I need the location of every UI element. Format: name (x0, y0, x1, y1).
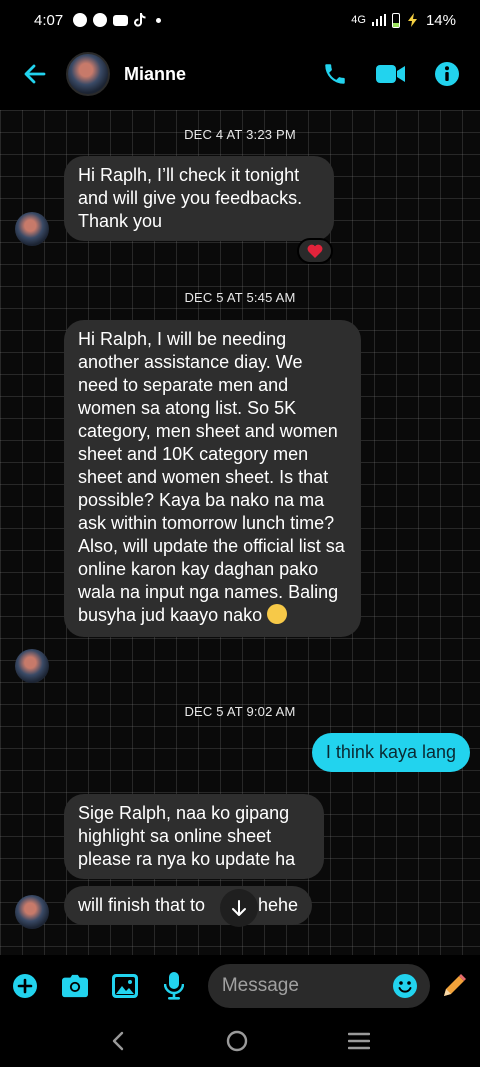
header-actions (322, 61, 460, 87)
arrow-down-icon (232, 900, 246, 916)
chat-notif-icon (93, 13, 108, 27)
heart-icon (307, 244, 323, 258)
battery-icon (391, 12, 400, 28)
more-notif-dot (156, 17, 162, 23)
message-bubble-incoming[interactable]: will finish that to hehe (64, 886, 312, 925)
message-bubble-incoming[interactable]: Sige Ralph, naa ko gipang highlight sa o… (64, 794, 324, 879)
battery-level: 14% (425, 11, 456, 29)
status-time: 4:07 (34, 11, 64, 29)
image-icon[interactable] (112, 973, 138, 999)
nav-home-icon[interactable] (226, 1030, 248, 1052)
info-icon[interactable] (434, 61, 460, 87)
pencil-icon[interactable] (440, 972, 468, 1000)
contact-avatar[interactable] (66, 52, 110, 96)
pleading-face-emoji-icon (267, 604, 288, 624)
message-input[interactable]: Message (207, 964, 430, 1008)
back-button[interactable] (20, 59, 50, 89)
charging-icon (407, 13, 417, 27)
nav-back-icon[interactable] (110, 1031, 126, 1051)
message-list[interactable]: DEC 4 AT 3:23 PM Hi Raplh, I’ll check it… (0, 110, 480, 955)
message-composer: Message (0, 958, 480, 1014)
message-bubble-incoming[interactable]: Hi Raplh, I’ll check it tonight and will… (64, 156, 334, 241)
network-type: 4G (351, 14, 366, 26)
arrow-left-icon (24, 64, 46, 84)
video-camera-icon[interactable] (376, 63, 406, 85)
signal-icon (371, 14, 386, 26)
sender-avatar[interactable] (15, 212, 49, 246)
microphone-icon[interactable] (162, 972, 186, 1000)
emoji-icon[interactable] (392, 973, 418, 999)
message-text-left: will finish that to (78, 895, 206, 915)
message-reaction[interactable] (297, 238, 333, 264)
contact-name[interactable]: Mianne (124, 64, 186, 85)
scroll-to-bottom-button[interactable] (220, 889, 258, 927)
youtube-notif-icon (113, 14, 129, 26)
message-text-right: hehe (257, 895, 298, 915)
message-placeholder: Message (221, 975, 299, 996)
sender-avatar[interactable] (15, 895, 49, 929)
message-bubble-incoming[interactable]: Hi Ralph, I will be needing another assi… (64, 320, 361, 637)
notification-icons (73, 13, 162, 27)
tiktok-notif-icon (134, 13, 146, 27)
date-separator: DEC 5 AT 5:45 AM (184, 290, 296, 305)
phone-icon[interactable] (322, 61, 348, 87)
sender-avatar[interactable] (15, 649, 49, 683)
status-bar: 4:07 4G 14% (0, 0, 480, 40)
messenger-notif-icon (73, 13, 88, 27)
date-separator: DEC 4 AT 3:23 PM (184, 127, 296, 142)
message-bubble-outgoing[interactable]: I think kaya lang (311, 733, 470, 772)
conversation-header: Mianne (0, 44, 480, 104)
nav-recents-icon[interactable] (348, 1032, 370, 1050)
system-navigation-bar (0, 1015, 480, 1067)
plus-circle-icon[interactable] (12, 973, 38, 999)
status-right: 4G 14% (351, 12, 456, 29)
date-separator: DEC 5 AT 9:02 AM (184, 704, 296, 719)
message-text: Hi Ralph, I will be needing another assi… (78, 329, 345, 625)
camera-icon[interactable] (62, 973, 88, 999)
